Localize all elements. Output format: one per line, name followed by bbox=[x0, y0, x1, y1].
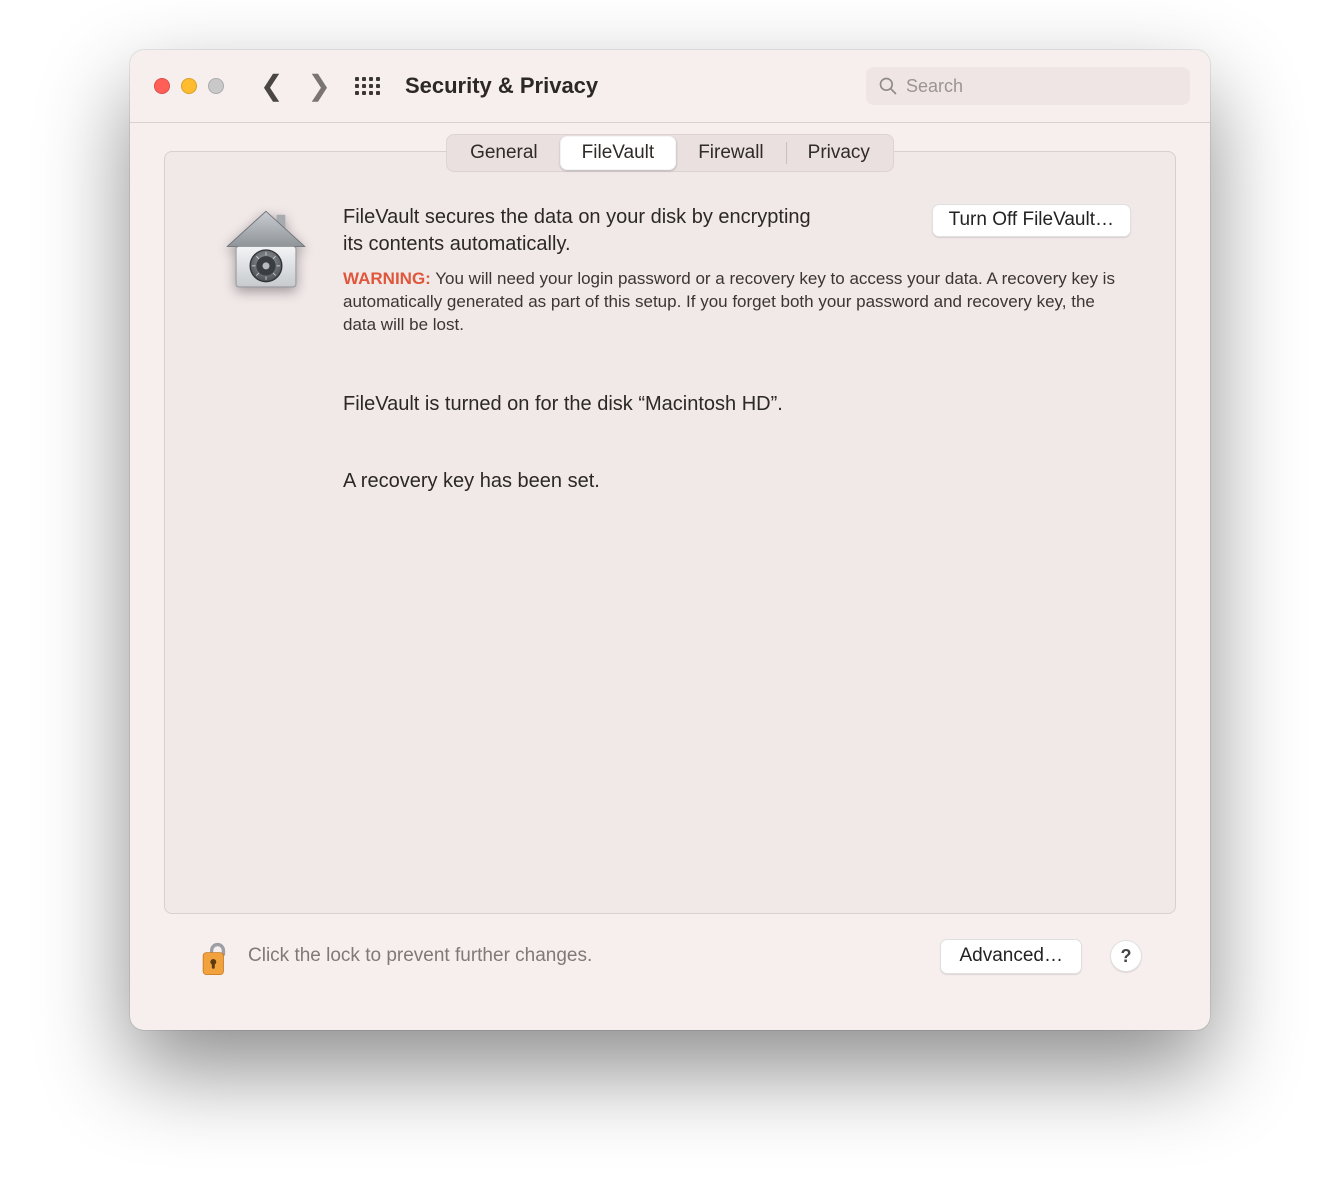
tab-general[interactable]: General bbox=[448, 136, 560, 170]
tab-firewall[interactable]: Firewall bbox=[676, 136, 785, 170]
filevault-disk-status: FileVault is turned on for the disk “Mac… bbox=[343, 393, 1131, 416]
filevault-recovery-status: A recovery key has been set. bbox=[343, 470, 1131, 493]
filevault-icon bbox=[218, 206, 314, 294]
advanced-button[interactable]: Advanced… bbox=[940, 939, 1082, 974]
search-icon bbox=[878, 76, 898, 96]
title-bar: ❮ ❯ Security & Privacy bbox=[130, 50, 1210, 123]
filevault-warning: WARNING: You will need your login passwo… bbox=[343, 268, 1131, 337]
content-panel: General FileVault Firewall Privacy bbox=[164, 151, 1176, 914]
window-controls bbox=[154, 78, 224, 94]
search-field-wrap bbox=[866, 67, 1190, 105]
unlock-icon[interactable] bbox=[198, 934, 232, 978]
warning-text: You will need your login password or a r… bbox=[343, 269, 1115, 334]
warning-label: WARNING: bbox=[343, 269, 431, 288]
minimize-window-button[interactable] bbox=[181, 78, 197, 94]
search-input[interactable] bbox=[866, 67, 1190, 105]
tab-bar: General FileVault Firewall Privacy bbox=[446, 134, 894, 172]
show-all-icon[interactable] bbox=[355, 77, 377, 95]
turn-off-filevault-button[interactable]: Turn Off FileVault… bbox=[932, 204, 1131, 237]
footer-bar: Click the lock to prevent further change… bbox=[164, 914, 1176, 1006]
tab-filevault[interactable]: FileVault bbox=[560, 136, 677, 170]
help-button[interactable]: ? bbox=[1110, 940, 1142, 972]
back-button[interactable]: ❮ bbox=[260, 72, 283, 100]
nav-arrows: ❮ ❯ bbox=[260, 72, 331, 100]
preferences-window: ❮ ❯ Security & Privacy General bbox=[130, 50, 1210, 1030]
lock-hint-text: Click the lock to prevent further change… bbox=[248, 945, 592, 967]
tab-privacy[interactable]: Privacy bbox=[786, 136, 892, 170]
window-body: General FileVault Firewall Privacy bbox=[130, 123, 1210, 1030]
filevault-intro-text: FileVault secures the data on your disk … bbox=[343, 204, 823, 258]
window-title: Security & Privacy bbox=[405, 73, 598, 99]
close-window-button[interactable] bbox=[154, 78, 170, 94]
forward-button[interactable]: ❯ bbox=[307, 72, 330, 100]
zoom-window-button[interactable] bbox=[208, 78, 224, 94]
